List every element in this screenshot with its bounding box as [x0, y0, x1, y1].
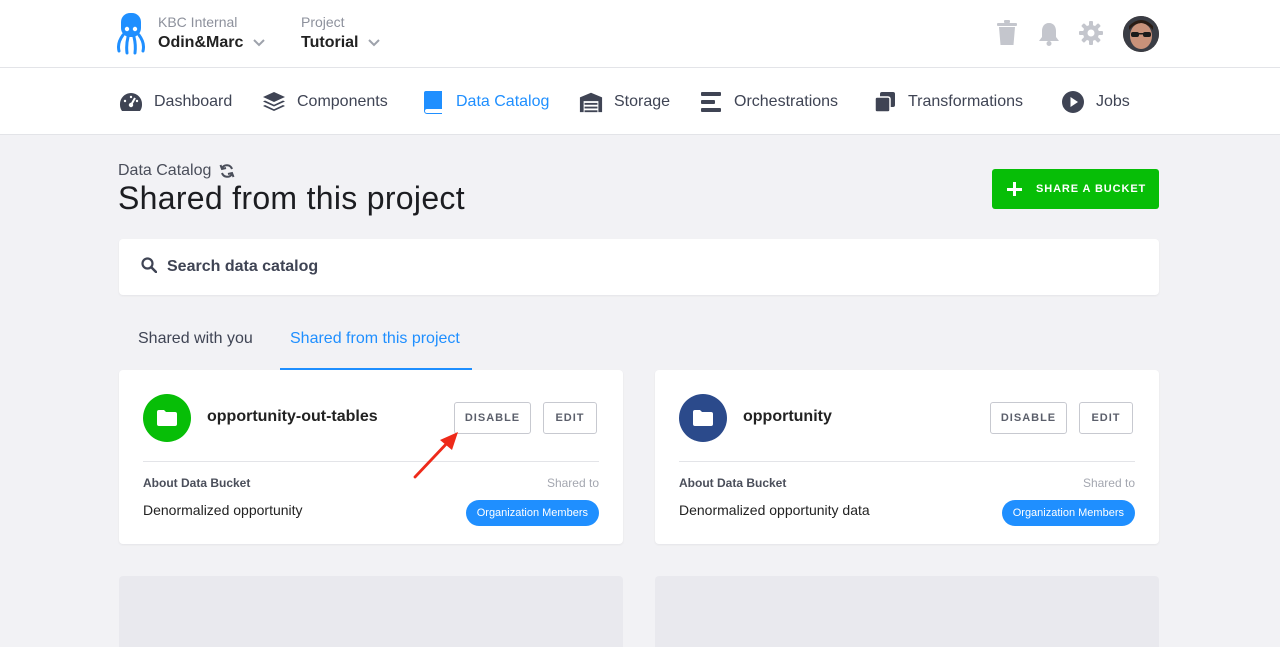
nav-label: Transformations [908, 93, 1023, 110]
about-label: About Data Bucket [679, 476, 787, 490]
main-navigation: Dashboard Components Data Catalog Storag… [0, 68, 1280, 135]
bucket-description: Denormalized opportunity [143, 502, 303, 518]
disable-button[interactable]: DISABLE [454, 402, 531, 434]
page-title: Shared from this project [118, 180, 465, 216]
project-selector[interactable]: Project Tutorial [301, 14, 381, 54]
shared-to-badge: Organization Members [465, 500, 599, 526]
plus-icon [1006, 181, 1022, 197]
shared-to-badge: Organization Members [1001, 500, 1135, 526]
play-icon [1061, 90, 1085, 114]
chevron-down-icon [253, 32, 266, 54]
bell-icon[interactable] [1038, 22, 1060, 51]
nav-item-transformations[interactable]: Transformations [873, 89, 1023, 115]
bucket-name[interactable]: opportunity [743, 408, 832, 426]
layers-icon [262, 90, 286, 114]
search-icon [141, 256, 158, 278]
tab-shared-with-you[interactable]: Shared with you [138, 322, 253, 370]
chevron-down-icon [368, 32, 381, 54]
bucket-card: opportunity-out-tables DISABLE EDIT Abou… [119, 370, 623, 544]
share-bucket-label: SHARE A BUCKET [1036, 183, 1147, 195]
nav-label: Components [297, 93, 388, 110]
shared-to-label: Shared to [546, 476, 599, 490]
keboola-logo-icon[interactable] [117, 13, 145, 55]
divider [143, 461, 599, 462]
trash-icon[interactable] [996, 20, 1018, 51]
loading-card-placeholder [655, 576, 1159, 647]
nav-label: Data Catalog [456, 93, 550, 110]
bucket-card: opportunity DISABLE EDIT About Data Buck… [655, 370, 1159, 544]
nav-item-dashboard[interactable]: Dashboard [119, 89, 232, 115]
tab-shared-from-this-project[interactable]: Shared from this project [290, 322, 460, 370]
breadcrumb-label[interactable]: Data Catalog [118, 162, 211, 180]
copy-icon [873, 90, 897, 114]
share-bucket-button[interactable]: SHARE A BUCKET [992, 169, 1159, 209]
nav-label: Storage [614, 93, 671, 110]
bucket-description: Denormalized opportunity data [679, 502, 870, 518]
project-label: Project [301, 14, 345, 30]
refresh-icon[interactable] [219, 163, 235, 179]
dashboard-icon [119, 90, 143, 114]
organization-label: KBC Internal [158, 14, 238, 30]
bucket-name[interactable]: opportunity-out-tables [207, 408, 378, 426]
organization-name: Odin&Marc [158, 34, 244, 51]
disable-button[interactable]: DISABLE [990, 402, 1067, 434]
annotation-arrow-icon [410, 430, 462, 487]
bars-icon [699, 90, 723, 114]
folder-icon [143, 394, 191, 442]
gear-icon[interactable] [1079, 21, 1103, 50]
nav-item-jobs[interactable]: Jobs [1061, 89, 1130, 115]
book-icon [421, 90, 445, 114]
about-label: About Data Bucket [143, 476, 251, 490]
shared-to-label: Shared to [1082, 476, 1135, 490]
nav-item-components[interactable]: Components [262, 89, 388, 115]
search-bar [119, 239, 1159, 295]
nav-item-storage[interactable]: Storage [579, 89, 670, 115]
nav-label: Dashboard [154, 93, 233, 110]
project-name: Tutorial [301, 34, 359, 51]
edit-button[interactable]: EDIT [1079, 402, 1133, 434]
top-header: KBC Internal Odin&Marc Project Tutorial [0, 0, 1280, 68]
edit-button[interactable]: EDIT [543, 402, 597, 434]
nav-item-data-catalog[interactable]: Data Catalog [421, 89, 549, 115]
nav-item-orchestrations[interactable]: Orchestrations [699, 89, 838, 115]
organization-selector[interactable]: KBC Internal Odin&Marc [158, 14, 266, 54]
warehouse-icon [579, 90, 603, 114]
folder-icon [679, 394, 727, 442]
loading-card-placeholder [119, 576, 623, 647]
breadcrumb: Data Catalog [118, 162, 235, 180]
nav-label: Jobs [1096, 93, 1130, 110]
nav-label: Orchestrations [734, 93, 839, 110]
user-avatar[interactable] [1123, 16, 1159, 52]
search-input[interactable] [167, 258, 1067, 276]
divider [679, 461, 1135, 462]
